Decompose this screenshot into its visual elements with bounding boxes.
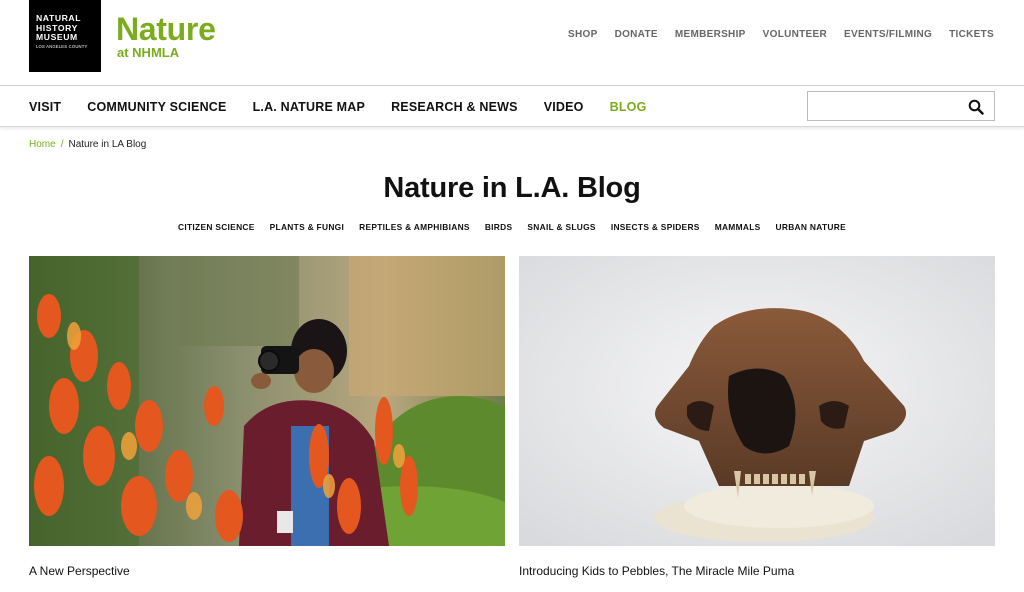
nav-item-la-nature-map[interactable]: L.A. NATURE MAP bbox=[253, 100, 366, 114]
nav-item-research-news[interactable]: RESEARCH & NEWS bbox=[391, 100, 518, 114]
post-title-link[interactable]: A New Perspective bbox=[29, 564, 130, 578]
category-birds[interactable]: BIRDS bbox=[485, 222, 513, 232]
category-snail-slugs[interactable]: SNAIL & SLUGS bbox=[527, 222, 595, 232]
search-box bbox=[807, 91, 995, 121]
blog-post-card: A New Perspective bbox=[29, 256, 505, 578]
museum-logo[interactable]: NATURAL HISTORY MUSEUM LOS ANGELES COUNT… bbox=[29, 0, 101, 72]
site-title[interactable]: Nature bbox=[116, 12, 216, 46]
post-image-photographer-flowers[interactable] bbox=[29, 256, 505, 546]
breadcrumb-separator: / bbox=[60, 139, 64, 150]
category-nav: CITIZEN SCIENCE PLANTS & FUNGI REPTILES … bbox=[0, 222, 1024, 232]
logo-tagline: LOS ANGELES COUNTY bbox=[36, 43, 88, 49]
category-mammals[interactable]: MAMMALS bbox=[715, 222, 761, 232]
category-urban-nature[interactable]: URBAN NATURE bbox=[776, 222, 846, 232]
site-subtitle: at NHMLA bbox=[117, 45, 180, 60]
breadcrumb-home[interactable]: Home bbox=[29, 139, 56, 150]
main-nav: VISIT COMMUNITY SCIENCE L.A. NATURE MAP … bbox=[29, 100, 647, 114]
breadcrumb-current: Nature in LA Blog bbox=[68, 139, 147, 150]
util-link-volunteer[interactable]: VOLUNTEER bbox=[763, 29, 827, 40]
breadcrumb: Home / Nature in LA Blog bbox=[29, 139, 146, 150]
post-title-link[interactable]: Introducing Kids to Pebbles, The Miracle… bbox=[519, 564, 794, 578]
util-link-shop[interactable]: SHOP bbox=[568, 29, 598, 40]
blog-post-card: Introducing Kids to Pebbles, The Miracle… bbox=[519, 256, 995, 578]
main-nav-bar: VISIT COMMUNITY SCIENCE L.A. NATURE MAP … bbox=[0, 87, 1024, 127]
nav-item-blog[interactable]: BLOG bbox=[610, 100, 647, 114]
util-link-events-filming[interactable]: EVENTS/FILMING bbox=[844, 29, 932, 40]
nav-item-community-science[interactable]: COMMUNITY SCIENCE bbox=[87, 100, 226, 114]
category-plants-fungi[interactable]: PLANTS & FUNGI bbox=[270, 222, 344, 232]
nav-item-visit[interactable]: VISIT bbox=[29, 100, 61, 114]
post-image-puma-skull[interactable] bbox=[519, 256, 995, 546]
search-icon[interactable] bbox=[968, 99, 984, 115]
util-link-donate[interactable]: DONATE bbox=[615, 29, 658, 40]
site-header: NATURAL HISTORY MUSEUM LOS ANGELES COUNT… bbox=[0, 0, 1024, 86]
category-insects-spiders[interactable]: INSECTS & SPIDERS bbox=[611, 222, 700, 232]
util-link-membership[interactable]: MEMBERSHIP bbox=[675, 29, 746, 40]
logo-line: MUSEUM bbox=[36, 32, 78, 43]
search-input[interactable] bbox=[808, 92, 958, 120]
category-citizen-science[interactable]: CITIZEN SCIENCE bbox=[178, 222, 255, 232]
utility-nav: SHOP DONATE MEMBERSHIP VOLUNTEER EVENTS/… bbox=[568, 29, 994, 40]
page-title: Nature in L.A. Blog bbox=[383, 172, 641, 204]
nav-item-video[interactable]: VIDEO bbox=[544, 100, 584, 114]
util-link-tickets[interactable]: TICKETS bbox=[949, 29, 994, 40]
category-reptiles-amphibians[interactable]: REPTILES & AMPHIBIANS bbox=[359, 222, 470, 232]
